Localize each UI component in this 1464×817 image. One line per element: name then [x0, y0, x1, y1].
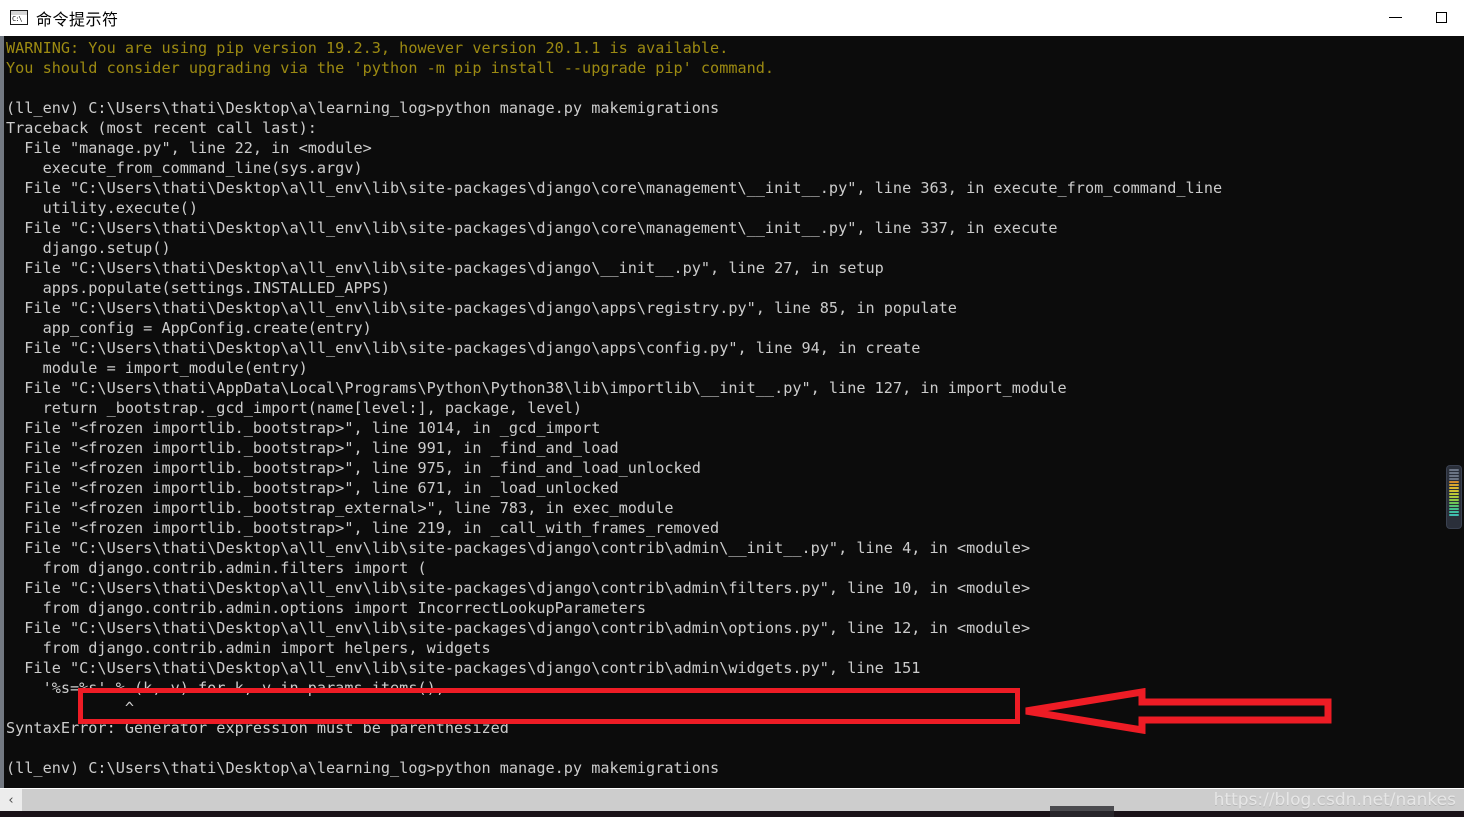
- minimap-row: [1449, 484, 1459, 486]
- minimap-row: [1449, 487, 1459, 489]
- minimap-row: [1449, 502, 1459, 504]
- terminal-line: File "<frozen importlib._bootstrap>", li…: [6, 419, 601, 437]
- console-left-edge: [0, 36, 4, 788]
- terminal-line: execute_from_command_line(sys.argv): [6, 159, 363, 177]
- terminal-line: WARNING: You are using pip version 19.2.…: [6, 39, 729, 57]
- terminal-line: File "C:\Users\thati\Desktop\a\ll_env\li…: [6, 219, 1058, 237]
- scroll-left-arrow-icon[interactable]: ‹: [0, 789, 22, 811]
- console-icon: [10, 10, 28, 25]
- terminal-line: (ll_env) C:\Users\thati\Desktop\a\learni…: [6, 99, 720, 117]
- horizontal-scrollbar-track[interactable]: [22, 789, 1464, 811]
- minimap-row: [1449, 514, 1459, 516]
- terminal-line: File "C:\Users\thati\Desktop\a\ll_env\li…: [6, 259, 884, 277]
- minimap-row: [1449, 481, 1459, 483]
- terminal-line: module = import_module(entry): [6, 359, 308, 377]
- pointer-arrow-icon: [1025, 688, 1332, 734]
- terminal-line: You should consider upgrading via the 'p…: [6, 59, 775, 77]
- console-output-area[interactable]: WARNING: You are using pip version 19.2.…: [0, 36, 1464, 788]
- minimize-icon: [1388, 17, 1402, 18]
- minimize-button[interactable]: [1372, 0, 1418, 36]
- horizontal-scrollbar[interactable]: ‹: [0, 789, 1464, 811]
- minimap-row: [1449, 505, 1459, 507]
- terminal-line: utility.execute(): [6, 199, 199, 217]
- terminal-line: apps.populate(settings.INSTALLED_APPS): [6, 279, 391, 297]
- minimap-row: [1449, 478, 1459, 480]
- terminal-line: File "C:\Users\thati\Desktop\a\ll_env\li…: [6, 179, 1223, 197]
- terminal-line: File "C:\Users\thati\Desktop\a\ll_env\li…: [6, 619, 1031, 637]
- terminal-line: File "C:\Users\thati\Desktop\a\ll_env\li…: [6, 299, 957, 317]
- maximize-button[interactable]: [1418, 0, 1464, 36]
- terminal-line: File "<frozen importlib._bootstrap>", li…: [6, 459, 701, 477]
- minimap-row: [1449, 508, 1459, 510]
- vertical-scrollbar-thumb[interactable]: [1447, 466, 1461, 528]
- window-title: 命令提示符: [36, 9, 119, 29]
- minimap-row: [1449, 490, 1459, 492]
- minimap-row: [1449, 499, 1459, 501]
- terminal-line: Traceback (most recent call last):: [6, 119, 317, 137]
- minimap-row: [1449, 472, 1459, 474]
- terminal-line: (ll_env) C:\Users\thati\Desktop\a\learni…: [6, 759, 720, 777]
- screenshot-root: 命令提示符 WARNING: You are using pip version…: [0, 0, 1464, 817]
- terminal-line: File "C:\Users\thati\AppData\Local\Progr…: [6, 379, 1067, 397]
- error-highlight-box: [78, 688, 1020, 724]
- terminal-line: File "<frozen importlib._bootstrap>", li…: [6, 439, 619, 457]
- terminal-line: File "C:\Users\thati\Desktop\a\ll_env\li…: [6, 539, 1031, 557]
- terminal-line: File "<frozen importlib._bootstrap>", li…: [6, 519, 720, 537]
- terminal-line: File "<frozen importlib._bootstrap_exter…: [6, 499, 674, 517]
- terminal-line: from django.contrib.admin import helpers…: [6, 639, 491, 657]
- terminal-line: File "C:\Users\thati\Desktop\a\ll_env\li…: [6, 579, 1031, 597]
- maximize-icon: [1435, 12, 1447, 23]
- minimap-row: [1449, 511, 1459, 513]
- terminal-text: WARNING: You are using pip version 19.2.…: [6, 38, 1464, 778]
- terminal-line: from django.contrib.admin.options import…: [6, 599, 647, 617]
- terminal-line: File "manage.py", line 22, in <module>: [6, 139, 372, 157]
- window-titlebar[interactable]: 命令提示符: [0, 0, 1464, 36]
- terminal-line: File "C:\Users\thati\Desktop\a\ll_env\li…: [6, 339, 921, 357]
- minimap-row: [1449, 475, 1459, 477]
- terminal-line: django.setup(): [6, 239, 171, 257]
- bottom-strip: [0, 811, 1464, 817]
- minimap-row: [1449, 469, 1459, 471]
- terminal-line: return _bootstrap._gcd_import(name[level…: [6, 399, 583, 417]
- terminal-line: from django.contrib.admin.filters import…: [6, 559, 427, 577]
- terminal-line: File "<frozen importlib._bootstrap>", li…: [6, 479, 619, 497]
- minimap-row: [1449, 493, 1459, 495]
- terminal-line: app_config = AppConfig.create(entry): [6, 319, 372, 337]
- terminal-line: File "C:\Users\thati\Desktop\a\ll_env\li…: [6, 659, 921, 677]
- taskbar-hint: [1050, 806, 1114, 817]
- minimap-row: [1449, 496, 1459, 498]
